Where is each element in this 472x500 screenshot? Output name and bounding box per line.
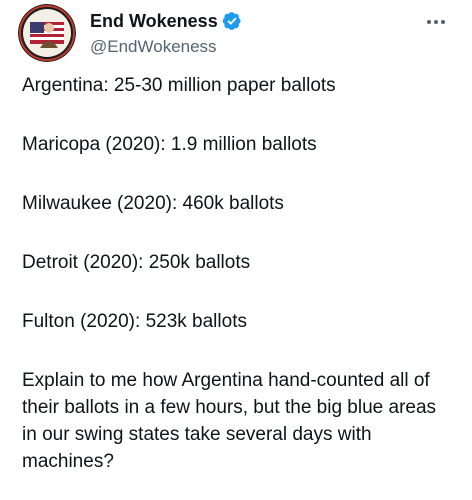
tweet: End Wokeness @EndWokeness Argentina: 25-… — [0, 0, 472, 500]
avatar-image — [18, 4, 76, 62]
more-dot — [434, 20, 438, 24]
tweet-line: Milwaukee (2020): 460k ballots — [22, 193, 284, 214]
more-options-icon[interactable] — [422, 12, 450, 32]
more-dot — [427, 20, 431, 24]
author-names: End Wokeness @EndWokeness — [90, 9, 242, 57]
author-handle[interactable]: @EndWokeness — [90, 37, 242, 57]
avatar[interactable] — [18, 4, 76, 62]
tweet-header: End Wokeness @EndWokeness — [18, 4, 454, 62]
tweet-line: Maricopa (2020): 1.9 million ballots — [22, 134, 317, 155]
tweet-closing-paragraph: Explain to me how Argentina hand-counted… — [22, 370, 437, 472]
tweet-text: Argentina: 25-30 million paper ballots M… — [22, 72, 462, 475]
tweet-line: Detroit (2020): 250k ballots — [22, 252, 251, 273]
tweet-line: Fulton (2020): 523k ballots — [22, 311, 247, 332]
verified-badge-icon — [222, 12, 241, 30]
display-name-row: End Wokeness — [90, 9, 242, 33]
tweet-line: Argentina: 25-30 million paper ballots — [22, 75, 336, 96]
display-name[interactable]: End Wokeness — [90, 11, 218, 32]
more-dot — [441, 20, 445, 24]
